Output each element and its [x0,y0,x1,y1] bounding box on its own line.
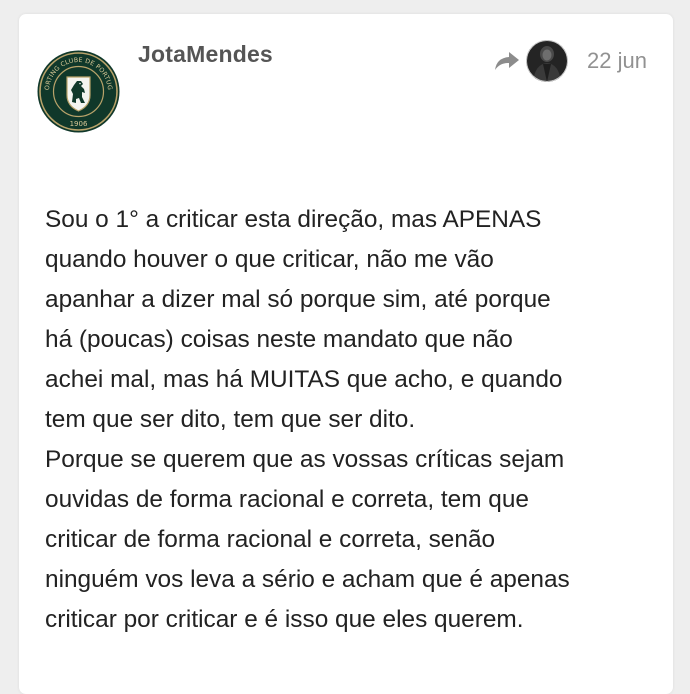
post-body-line: ouvidas de forma racional e correta, tem… [45,486,530,513]
post-body-line: Sou o 1° a criticar esta direção, mas AP… [45,206,542,233]
post-body-line: criticar de forma racional e correta, se… [45,526,496,553]
post-meta: 22 jun [494,40,647,82]
post-body-line: ninguém vos leva a sério e acham que é a… [45,566,570,593]
post-card: SPORTING CLUBE DE PORTUGAL 1906 JotaMend… [19,14,673,694]
post-body-line: tem que ser dito, tem que ser dito. [45,406,416,433]
reply-arrow-icon[interactable] [494,50,520,72]
post-body-line: achei mal, mas há MUITAS que acho, e qua… [45,366,563,393]
author-username[interactable]: JotaMendes [138,41,273,68]
post-body-line: apanhar a dizer mal só porque sim, até p… [45,286,551,313]
post-date[interactable]: 22 jun [587,48,647,74]
post-body-line: quando houver o que criticar, não me vão [45,246,494,273]
post-body: Sou o 1° a criticar esta direção, mas AP… [45,200,655,640]
post-body-line: Porque se querem que as vossas críticas … [45,446,565,473]
sporting-crest-icon: SPORTING CLUBE DE PORTUGAL 1906 [35,45,120,133]
dark-figure-avatar-icon [526,40,569,82]
author-avatar[interactable]: SPORTING CLUBE DE PORTUGAL 1906 [35,45,120,133]
svg-text:1906: 1906 [70,120,88,128]
post-body-line: há (poucas) coisas neste mandato que não [45,326,513,353]
reply-to-avatar[interactable] [526,40,569,82]
post-body-line: criticar por criticar e é isso que eles … [45,606,524,633]
